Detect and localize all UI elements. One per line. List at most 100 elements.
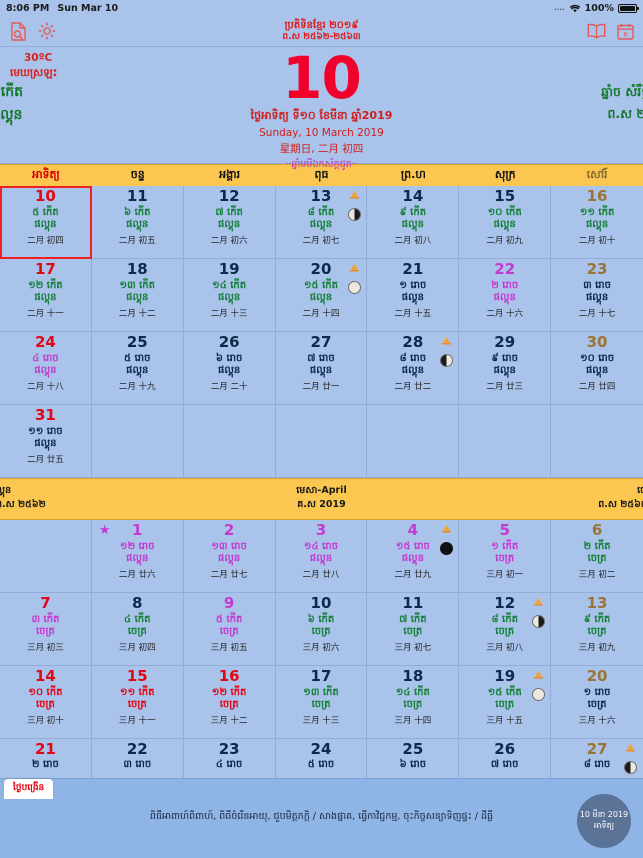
calendar-day-cell-14[interactable]: 14 ១០ កើត ចេត្រ 三月 初十 <box>0 666 92 739</box>
calendar-day-cell-30[interactable]: 30 ១០ រោច ផល្គុន 二月 廿四 <box>551 332 643 405</box>
lunar-day-label: ៣ រោច <box>123 758 152 770</box>
day-number: 21 <box>34 740 56 758</box>
calendar-day-cell-12[interactable]: 12 ៨ កើត ចេត្រ 三月 初八 <box>459 593 552 666</box>
calendar-day-cell-26[interactable]: 26 ៦ រោច ផល្គុន 二月 二十 <box>183 332 276 405</box>
status-bar: 8:06 PM Sun Mar 10 .... 100% <box>0 0 643 16</box>
lunar-month-label: ចេត្រ <box>311 626 331 638</box>
calendar-day-cell-18[interactable]: 18 ១៤ កើត ចេត្រ 三月 十四 <box>367 666 460 739</box>
today-fab-button[interactable]: 10 មីនា 2019 អាទិត្យ <box>577 794 631 848</box>
lunar-day-label: ១ រោច <box>583 686 611 698</box>
calendar-day-cell-10[interactable]: 10 ៦ កើត ចេត្រ 三月 初六 <box>275 593 368 666</box>
bell-icon <box>530 595 546 614</box>
calendar-day-cell-14[interactable]: 14 ៩ កើត ផល្គុន 二月 初八 <box>367 186 460 259</box>
calendar-day-cell-24[interactable]: 24 ៥ រោច <box>275 739 368 779</box>
day-number: 10 <box>310 594 332 612</box>
calendar-day-cell-11[interactable]: 11 ៧ កើត ចេត្រ 三月 初七 <box>367 593 460 666</box>
calendar-day-cell-17[interactable]: 17 ១២ កើត ផល្គុន 二月 十一 <box>0 259 92 332</box>
moon-phase-last-icon <box>439 354 453 367</box>
calendar-day-cell-19[interactable]: 19 ១៥ កើត ចេត្រ 三月 十五 <box>459 666 552 739</box>
day-number: 15 <box>126 667 148 685</box>
lunar-day-label: ១៣ កើត <box>303 686 339 698</box>
lunar-day-label: ៦ កើត <box>124 206 151 218</box>
lunar-day-label: ៦ រោច <box>399 758 427 770</box>
gear-icon[interactable] <box>37 21 57 41</box>
calendar-day-cell-13[interactable]: 13 ៨ កើត ផល្គុន 二月 初七 <box>275 186 368 259</box>
chinese-date-label: 三月 十五 <box>486 715 524 726</box>
document-search-icon[interactable] <box>8 21 28 41</box>
calendar-day-cell-26[interactable]: 26 ៧ រោច <box>459 739 552 779</box>
calendar-day-cell-31[interactable]: 31 ១១ រោច ផល្គុន 二月 廿五 <box>0 405 92 478</box>
lunar-day-label: ១៤ រោច <box>303 540 338 552</box>
calendar-day-cell-27[interactable]: 27 ៨ រោច <box>551 739 643 779</box>
calendar-day-cell-25[interactable]: 25 ៦ រោច <box>367 739 460 779</box>
day-number: 24 <box>34 333 56 351</box>
day-number: 6 <box>591 521 603 539</box>
calendar-day-cell-17[interactable]: 17 ១៣ កើត ចេត្រ 三月 十三 <box>275 666 368 739</box>
chinese-date-label: 二月 初六 <box>210 235 248 246</box>
day-number: 26 <box>494 740 516 758</box>
chinese-date-label: 三月 初一 <box>486 569 524 580</box>
app-title-line2: ព.ស ២៥៦២-២៥៦៣ <box>282 31 361 42</box>
lunar-day-label: ៥ កើត <box>32 206 59 218</box>
chinese-date-label: 二月 廿六 <box>118 569 156 580</box>
hero-note-label: ··ឆ្នាំមមីឯកស័ក្ដជូត·· <box>285 159 358 171</box>
calendar-day-cell-15[interactable]: 15 ១០ កើត ផល្គុន 二月 初九 <box>459 186 552 259</box>
day-number: 5 <box>499 521 510 539</box>
calendar-day-cell-21[interactable]: 21 ១ រោច ផល្គុន 二月 十五 <box>367 259 460 332</box>
book-icon[interactable] <box>586 21 606 41</box>
calendar-day-cell-6[interactable]: 6២ កើត ចេត្រ 三月 初二 <box>551 520 643 593</box>
calendar-day-cell-23[interactable]: 23 ៣ រោច ផល្គុន 二月 十七 <box>551 259 643 332</box>
footer-description: ពិធីអាពាហ៍ពិពាហ៍, ពិធីចំរើនអាយុ, ជួបមិត្… <box>149 811 494 822</box>
lunar-day-label: ៥ រោច <box>124 352 151 364</box>
monthbar-left-line1: ផល្គុន <box>0 485 12 496</box>
calendar-day-cell-16[interactable]: 16 ១១ កើត ផល្គុន 二月 初十 <box>551 186 643 259</box>
calendar-day-cell-22[interactable]: 22 ៣ រោច <box>91 739 184 779</box>
chinese-date-label: 二月 十四 <box>302 308 340 319</box>
chinese-date-label: 三月 十二 <box>210 715 248 726</box>
calendar-day-cell-3[interactable]: 3 ១៤ រោច ផល្គុន 二月 廿八 <box>275 520 368 593</box>
calendar-day-cell-8[interactable]: 8៤ កើត ចេត្រ 三月 初四 <box>91 593 184 666</box>
lunar-month-label: ផល្គុន <box>34 292 57 304</box>
calendar-day-cell-12[interactable]: 12 ៧ កើត ផល្គុន 二月 初六 <box>183 186 276 259</box>
calendar-day-cell-1[interactable]: ★ 1 ១២ រោច ផល្គុន 二月 廿六 <box>91 520 184 593</box>
calendar-day-cell-9[interactable]: 9៥ កើត ចេត្រ 三月 初五 <box>183 593 276 666</box>
calendar-day-cell-19[interactable]: 19 ១៤ កើត ផល្គុន 二月 十三 <box>183 259 276 332</box>
calendar-day-cell-25[interactable]: 25 ៥ រោច ផល្គុន 二月 十九 <box>91 332 184 405</box>
calendar-day-cell-2[interactable]: 2 ១៣ រោច ផល្គុន 二月 廿七 <box>183 520 276 593</box>
chinese-date-label: 二月 十五 <box>394 308 432 319</box>
calendar-day-cell-24[interactable]: 24 ៤ រោច ផល្គុន 二月 十八 <box>0 332 92 405</box>
calendar-day-cell-20[interactable]: 20 ១៥ កើត ផល្គុន 二月 十四 <box>275 259 368 332</box>
calendar-day-cell-10[interactable]: 10 ៥ កើត ផល្គុន 二月 初四 <box>0 186 92 259</box>
lunar-day-label: ៧ រោច <box>490 758 519 770</box>
calendar-day-cell-7[interactable]: 7៣ កើត ចេត្រ 三月 初三 <box>0 593 92 666</box>
lunar-month-label: ផល្គុន <box>34 438 57 450</box>
calendar-day-cell-29[interactable]: 29 ៩ រោច ផល្គុន 二月 廿三 <box>459 332 552 405</box>
calendar-day-cell-21[interactable]: 21 ២ រោច <box>0 739 92 779</box>
toolbar-left-actions <box>8 21 57 41</box>
calendar-day-cell-11[interactable]: 11 ៦ កើត ផល្គុន 二月 初五 <box>91 186 184 259</box>
lunar-day-label: ២ រោច <box>491 279 519 291</box>
toolbar-right-actions: 8 <box>586 21 635 41</box>
monthbar-center: មេសា-April គ.ស 2019 <box>0 479 643 513</box>
calendar-day-cell-20[interactable]: 20 ១ រោច ចេត្រ 三月 十六 <box>551 666 643 739</box>
chinese-date-label: 三月 初四 <box>118 642 156 653</box>
calendar-icon[interactable]: 8 <box>615 21 635 41</box>
lunar-month-label: ចេត្រ <box>587 626 607 638</box>
calendar-day-cell-15[interactable]: 15 ១១ កើត ចេត្រ 三月 十一 <box>91 666 184 739</box>
calendar-day-cell-23[interactable]: 23 ៤ រោច <box>183 739 276 779</box>
calendar-day-cell-16[interactable]: 16 ១២ កើត ចេត្រ 三月 十二 <box>183 666 276 739</box>
day-badges <box>346 261 362 294</box>
lunar-month-label: ផល្គុន <box>493 365 516 377</box>
day-number: 25 <box>402 740 424 758</box>
calendar-day-cell-27[interactable]: 27 ៧ រោច ផល្គុន 二月 廿一 <box>275 332 368 405</box>
calendar-day-cell-4[interactable]: 4 ១៥ រោច ផល្គុន 二月 廿九 <box>367 520 460 593</box>
calendar-day-cell-18[interactable]: 18 ១៣ កើត ផល្គុន 二月 十二 <box>91 259 184 332</box>
calendar-day-cell-22[interactable]: 22 ២ រោច ផល្គុន 二月 十六 <box>459 259 552 332</box>
lunar-month-label: ចេត្រ <box>219 626 239 638</box>
lunar-day-label: ១០ កើត <box>487 206 522 218</box>
calendar-day-cell-28[interactable]: 28 ៨ រោច ផល្គុន 二月 廿二 <box>367 332 460 405</box>
calendar-day-cell-5[interactable]: 5១ កើត ចេត្រ 三月 初一 <box>459 520 552 593</box>
footer-tab-button[interactable]: ថ្ងៃបង្រើន <box>4 779 54 799</box>
calendar-day-cell-13[interactable]: 13 ៩ កើត ចេត្រ 三月 初九 <box>551 593 643 666</box>
chinese-date-label: 三月 十一 <box>118 715 156 726</box>
